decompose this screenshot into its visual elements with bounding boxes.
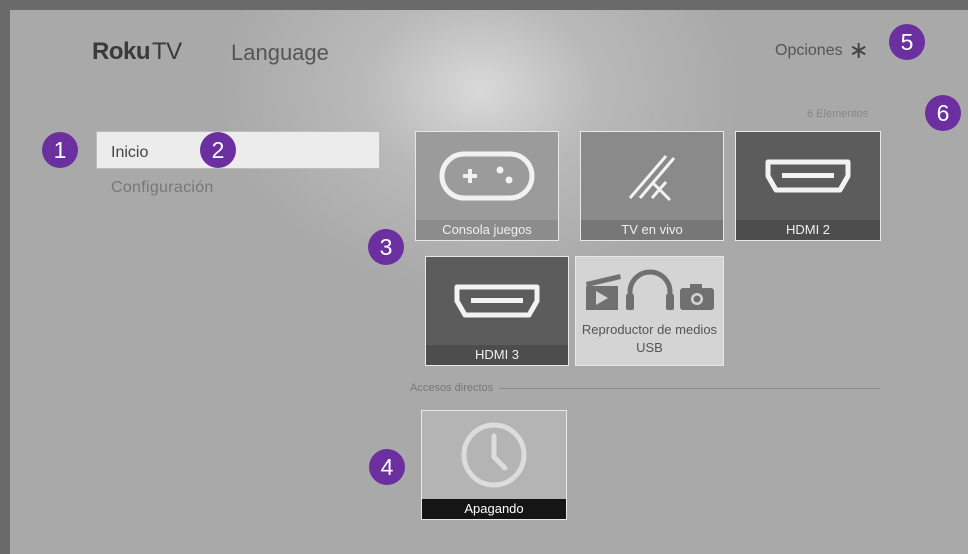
logo-tv: TV: [152, 38, 182, 65]
options-button[interactable]: Opciones ∗: [775, 37, 869, 64]
video-clapper-icon: [585, 274, 621, 310]
asterisk-icon: ∗: [848, 37, 869, 64]
shortcuts-section-header: Accesos directos: [410, 382, 880, 394]
antenna-icon: [628, 155, 676, 202]
media-icons: [585, 269, 714, 310]
annotation-badge-4: 4: [369, 449, 405, 485]
tile-hdmi-3[interactable]: HDMI 3: [425, 256, 569, 366]
tile-hdmi-2[interactable]: HDMI 2: [735, 131, 881, 241]
tile-consola-juegos[interactable]: Consola juegos: [415, 131, 559, 241]
menu-item-configuracion[interactable]: Configuración: [111, 179, 214, 197]
roku-tv-logo: RokuTV: [92, 38, 182, 66]
tv-screen: RokuTV Language Opciones ∗ 6 Elementos I…: [10, 10, 968, 554]
tile-label: Reproductor de medios USB: [581, 322, 718, 355]
clock-icon: [461, 422, 527, 488]
annotation-badge-5: 5: [889, 24, 925, 60]
annotation-badge-2: 2: [200, 132, 236, 168]
section-label: Accesos directos: [410, 382, 494, 394]
tile-reproductor-usb[interactable]: Reproductor de medios USB: [575, 256, 724, 366]
section-divider: [499, 387, 880, 389]
menu-item-inicio[interactable]: Inicio: [96, 131, 380, 169]
hdmi-icon: [765, 159, 851, 193]
annotation-badge-6: 6: [925, 95, 961, 131]
annotation-badge-3: 3: [368, 229, 404, 265]
hdmi-icon: [454, 284, 540, 318]
camera-icon: [679, 284, 714, 310]
logo-roku: Roku: [92, 38, 151, 65]
annotation-badge-1: 1: [42, 132, 78, 168]
tile-label: Consola juegos: [416, 220, 558, 240]
gamepad-icon: [439, 151, 535, 201]
headphones-icon: [625, 269, 674, 310]
tile-apagando[interactable]: Apagando: [421, 410, 567, 520]
options-label: Opciones: [775, 42, 843, 59]
page-title: Language: [231, 40, 329, 65]
tile-label: TV en vivo: [581, 220, 723, 240]
tile-tv-en-vivo[interactable]: TV en vivo: [580, 131, 724, 241]
tile-label: Apagando: [422, 499, 566, 519]
item-count: 6 Elementos: [807, 108, 869, 120]
tile-label: HDMI 3: [426, 345, 568, 365]
menu-item-label: Inicio: [111, 144, 149, 161]
tile-label: HDMI 2: [736, 220, 880, 240]
